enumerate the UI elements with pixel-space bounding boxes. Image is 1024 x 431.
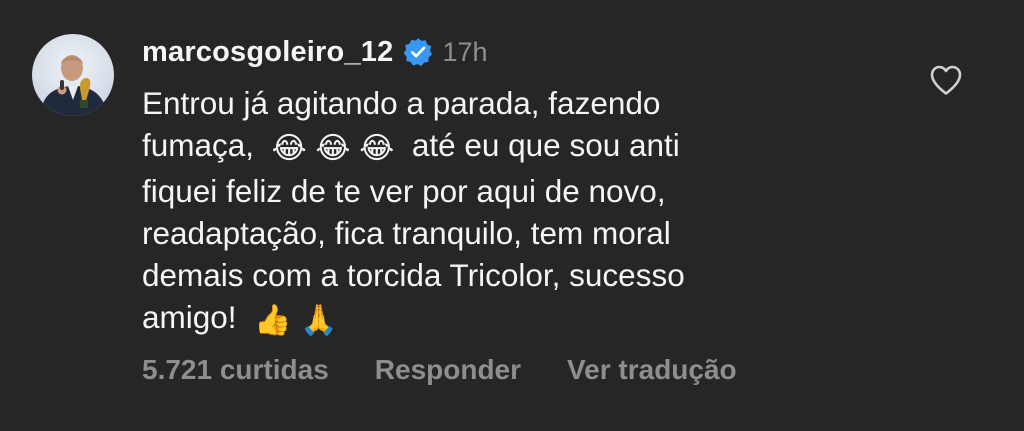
laughing-emoji-icon: 😂 — [271, 131, 307, 166]
comment-line: fiquei feliz de te ver por aqui de novo, — [142, 173, 666, 209]
avatar[interactable] — [32, 34, 114, 116]
translate-button[interactable]: Ver tradução — [567, 354, 737, 386]
comment-timestamp[interactable]: 17h — [442, 37, 487, 68]
comment-actions: 5.721 curtidas Responder Ver tradução — [142, 354, 783, 386]
comment-line: Entrou já agitando a parada, fazendo — [142, 85, 661, 121]
comment-line: demais com a torcida Tricolor, sucesso — [142, 257, 685, 293]
reply-button[interactable]: Responder — [375, 354, 521, 386]
comment-header: marcosgoleiro_12 17h — [142, 30, 942, 74]
verified-badge-icon — [404, 38, 433, 67]
comment-line: readaptação, fica tranquilo, tem moral — [142, 215, 671, 251]
comment-line-with-emoji: fumaça, 😂 😂 😂 até eu que sou anti — [142, 124, 842, 170]
thumbs-up-emoji-icon: 👍 — [254, 303, 292, 338]
comment-line-part: fumaça, — [142, 127, 255, 163]
avatar-image — [40, 55, 108, 116]
heart-icon[interactable] — [929, 64, 963, 96]
pray-emoji-icon: 🙏 — [300, 303, 338, 338]
comment-content: marcosgoleiro_12 17h Entrou já agitando … — [142, 30, 942, 342]
likes-count-link[interactable]: 5.721 curtidas — [142, 354, 329, 386]
laughing-emoji-icon: 😂 — [359, 131, 395, 166]
comment-text: Entrou já agitando a parada, fazendo fum… — [142, 82, 842, 342]
comment-line-with-emoji: amigo! 👍 🙏 — [142, 296, 842, 342]
laughing-emoji-icon: 😂 — [315, 131, 351, 166]
comment-item: marcosgoleiro_12 17h Entrou já agitando … — [0, 0, 1024, 431]
comment-line-part: amigo! — [142, 299, 237, 335]
username-link[interactable]: marcosgoleiro_12 — [142, 36, 393, 69]
comment-line-part: até eu que sou anti — [411, 127, 680, 163]
